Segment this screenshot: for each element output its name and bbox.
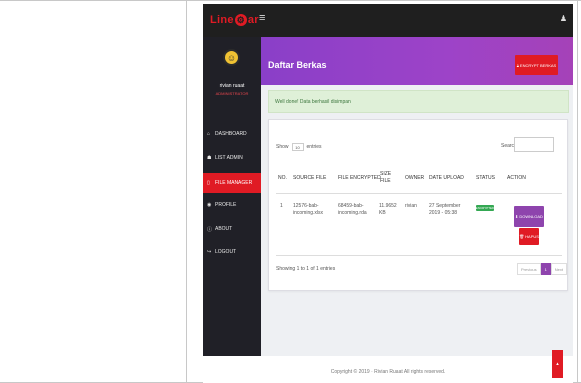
table-divider [276,193,562,194]
download-button-label: DOWNLOAD [519,214,543,219]
show-label: Show [276,144,289,150]
encrypt-button-label: ENCRYPT BERKAS [519,62,557,68]
column-header[interactable]: SOURCE FILE [293,162,326,193]
encrypt-button[interactable]: 🔒︎ ENCRYPT BERKAS [515,55,558,75]
user-role: ADMINISTRATOR [215,91,249,96]
sidebar-item-label: DASHBOARD [215,131,247,137]
sidebar-item-label: LOGOUT [215,249,237,255]
pagination-page[interactable]: 1 [540,263,551,275]
lock-icon: 🔒︎ [516,62,519,68]
entries-select[interactable]: 10 [291,143,304,151]
success-alert: Well done! Data berhasil disimpan [268,90,569,113]
footer: Copyright © 2019 · Rivian Ruaat All righ… [203,356,573,383]
hamburger-icon[interactable]: ≡ [259,12,265,24]
footer-text: Copyright © 2019 · Rivian Ruaat All righ… [330,369,446,375]
page-title: Daftar Berkas [268,60,327,70]
pagination-next[interactable]: Next [550,263,568,275]
avatar: ☺ [223,49,240,66]
sidebar-item-about[interactable]: ⓘ ABOUT [203,221,261,237]
cell-source-file: 12576-bab-incoming.xlsx [293,203,324,216]
sidebar-item-file-manager[interactable]: ▯ FILE MANAGER [203,173,261,193]
sidebar-item-label: LIST ADMIN [215,155,243,161]
delete-button-label: HAPUS [525,234,539,239]
sidebar-item-label: PROFILE [215,202,237,208]
cell-date: 27 September 2019 - 05:38 [429,203,461,216]
users-icon: ☗ [207,155,212,161]
frame-divider [577,0,578,383]
sidebar: ☺ rivian ruaat ADMINISTRATOR ⌂ DASHBOARD… [203,37,261,383]
chevron-up-icon: ▴ [556,361,559,367]
sidebar-item-list-admin[interactable]: ☗ LIST ADMIN [203,150,261,166]
entries-length-control: Show 10 entries [276,143,322,151]
sidebar-item-logout[interactable]: ↪ LOGOUT [203,244,261,260]
cell-no: 1 [280,203,283,209]
download-icon: ⬇ [515,214,519,219]
column-header[interactable]: NO. [278,162,287,193]
sidebar-item-profile[interactable]: ◉ PROFILE [203,197,261,213]
user-icon[interactable]: ♟ [560,14,567,23]
download-button[interactable]: ⬇ DOWNLOAD [514,206,544,227]
cell-owner: rivian [405,203,417,209]
cell-size: 11.9652 KB [379,203,397,216]
column-header[interactable]: DATE UPLOAD [429,162,464,193]
user-name: rivian ruaat [219,83,245,89]
home-icon: ⌂ [207,131,211,137]
file-icon: ▯ [207,180,210,186]
logo[interactable]: Line ⚙ ar [210,13,259,27]
sidebar-item-dashboard[interactable]: ⌂ DASHBOARD [203,126,261,142]
table-divider [276,255,562,256]
status-badge: ENCRYPTED [475,205,495,211]
logo-text-right: ar [247,14,259,26]
cell-file-encrypted: 68459-bab-incoming.rda [338,203,367,216]
sidebar-item-label: ABOUT [215,226,233,232]
scroll-top-button[interactable]: ▴ [552,350,563,378]
logo-text-left: Line [210,14,234,26]
entries-label: entries [306,144,322,150]
column-header[interactable]: OWNER [405,162,424,193]
file-table-panel: Show 10 entries Search: NO. SOURCE FILE … [268,119,568,291]
pagination: Previous 1 Next [517,263,568,275]
frame-divider [186,0,187,383]
column-header[interactable]: SIZE FILE [380,162,392,193]
top-bar: Line ⚙ ar ≡ ♟ [203,4,573,37]
page-header: Daftar Berkas 🔒︎ ENCRYPT BERKAS [261,37,573,85]
trash-icon: 🗑︎ [519,234,525,239]
gear-icon: ⚙ [234,14,247,26]
table-info: Showing 1 to 1 of 1 entries [276,266,336,272]
column-header[interactable]: ACTION [507,162,526,193]
logout-icon: ↪ [207,249,212,255]
column-header[interactable]: FILE ENCRYPTED [338,162,381,193]
delete-button[interactable]: 🗑︎ HAPUS [519,228,539,245]
profile-icon: ◉ [207,202,212,208]
info-icon: ⓘ [207,226,213,233]
column-header[interactable]: STATUS [476,162,495,193]
app-screenshot: Line ⚙ ar ≡ ♟ ☺ rivian ruaat ADMINISTRAT… [203,4,573,383]
search-input[interactable] [514,137,554,152]
pagination-previous[interactable]: Previous [517,263,541,275]
sidebar-item-label: FILE MANAGER [215,180,253,186]
